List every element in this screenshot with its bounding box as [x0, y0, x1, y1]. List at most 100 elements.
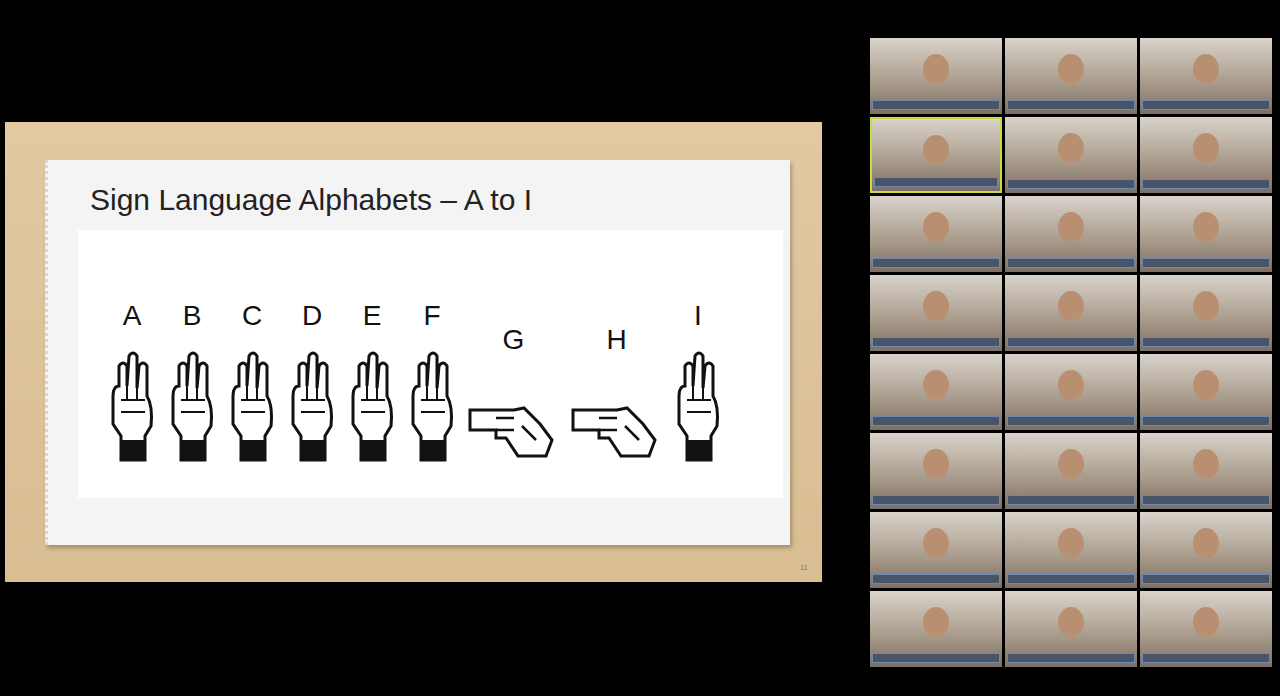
name-bar [872, 574, 1000, 584]
participant-video [1058, 212, 1084, 242]
participant-video [923, 607, 949, 637]
name-bar [872, 416, 1000, 426]
name-bar [874, 177, 998, 187]
participant-tile[interactable] [1005, 38, 1137, 114]
name-bar [872, 495, 1000, 505]
participant-video [1193, 449, 1219, 479]
participant-tile[interactable] [1005, 117, 1137, 193]
letter-sign: B [166, 301, 218, 466]
letter-label: I [694, 301, 702, 332]
name-bar [1007, 258, 1135, 268]
name-bar [1007, 574, 1135, 584]
name-bar [872, 653, 1000, 663]
participant-video [1193, 528, 1219, 558]
letter-sign: G [466, 325, 561, 466]
letter-sign: H [569, 325, 664, 466]
participant-tile[interactable] [1005, 275, 1137, 351]
participant-tile[interactable] [1005, 591, 1137, 667]
name-bar [1142, 653, 1270, 663]
name-bar [1142, 574, 1270, 584]
name-bar [872, 337, 1000, 347]
slide: Sign Language Alphabets – A to IABCDEFGH… [5, 122, 822, 582]
meeting-window: Sign Language Alphabets – A to IABCDEFGH… [0, 0, 1280, 696]
participant-tile[interactable] [1140, 354, 1272, 430]
hand-sign-icon [569, 396, 664, 466]
letter-label: C [242, 301, 262, 332]
name-bar [1007, 100, 1135, 110]
participant-tile[interactable] [870, 196, 1002, 272]
participant-tile[interactable] [1005, 354, 1137, 430]
participant-video [1193, 54, 1219, 84]
participant-tile[interactable] [1140, 591, 1272, 667]
hand-sign-icon [466, 396, 561, 466]
participant-video [1193, 291, 1219, 321]
participant-tile[interactable] [870, 512, 1002, 588]
participant-tile[interactable] [1140, 117, 1272, 193]
letter-label: B [183, 301, 202, 332]
name-bar [1007, 179, 1135, 189]
name-bar [872, 100, 1000, 110]
letter-sign: D [286, 301, 338, 466]
participant-video [1058, 291, 1084, 321]
participant-tile[interactable] [1140, 433, 1272, 509]
participant-tile[interactable] [870, 354, 1002, 430]
hand-sign-icon [227, 336, 277, 466]
letter-label: G [503, 325, 525, 356]
letter-label: A [123, 301, 142, 332]
participant-video [923, 135, 949, 165]
participant-video [1058, 54, 1084, 84]
participant-video [923, 54, 949, 84]
slide-paper: Sign Language Alphabets – A to IABCDEFGH… [45, 160, 790, 545]
participant-tile[interactable] [870, 275, 1002, 351]
participant-video [1058, 528, 1084, 558]
participant-video [1193, 133, 1219, 163]
participant-video [1058, 607, 1084, 637]
hand-sign-icon [287, 336, 337, 466]
participant-tile[interactable] [1005, 433, 1137, 509]
letter-sign: C [226, 301, 278, 466]
participant-tile[interactable] [1140, 38, 1272, 114]
name-bar [1142, 100, 1270, 110]
participant-tile[interactable] [870, 117, 1002, 193]
name-bar [1142, 179, 1270, 189]
participant-tile[interactable] [1140, 196, 1272, 272]
participant-tile[interactable] [1005, 512, 1137, 588]
letter-sign: A [106, 301, 158, 466]
participant-video [1193, 370, 1219, 400]
participant-video [923, 370, 949, 400]
participant-video [923, 212, 949, 242]
participant-tile[interactable] [1140, 512, 1272, 588]
name-bar [1142, 495, 1270, 505]
participant-tile[interactable] [870, 433, 1002, 509]
participant-video [1058, 449, 1084, 479]
participant-video [923, 449, 949, 479]
participant-video [1193, 607, 1219, 637]
hand-sign-icon [167, 336, 217, 466]
name-bar [1007, 337, 1135, 347]
participant-video [1058, 370, 1084, 400]
hand-sign-icon [673, 336, 723, 466]
name-bar [1142, 337, 1270, 347]
name-bar [1142, 258, 1270, 268]
letter-label: F [423, 301, 440, 332]
shared-screen: Sign Language Alphabets – A to IABCDEFGH… [0, 0, 822, 696]
name-bar [872, 258, 1000, 268]
letter-label: H [606, 325, 626, 356]
letter-label: D [302, 301, 322, 332]
letter-sign: I [672, 301, 724, 466]
participant-tile[interactable] [870, 591, 1002, 667]
participant-video [1193, 212, 1219, 242]
name-bar [1142, 416, 1270, 426]
slide-page-number: 11 [800, 563, 808, 572]
participant-tile[interactable] [1005, 196, 1137, 272]
participant-video [1058, 133, 1084, 163]
letter-sign: E [346, 301, 398, 466]
participant-video [923, 291, 949, 321]
letter-label: E [363, 301, 382, 332]
participant-tile[interactable] [1140, 275, 1272, 351]
participant-tile[interactable] [870, 38, 1002, 114]
name-bar [1007, 416, 1135, 426]
name-bar [1007, 653, 1135, 663]
name-bar [1007, 495, 1135, 505]
hand-sign-icon [107, 336, 157, 466]
